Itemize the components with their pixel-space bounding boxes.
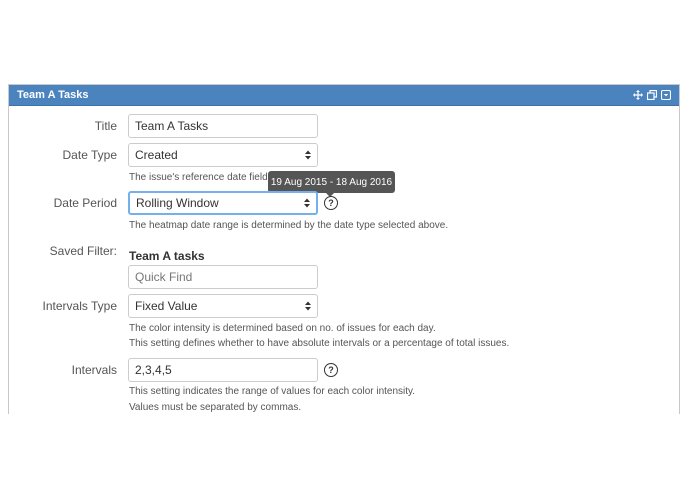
restore-icon[interactable] bbox=[647, 90, 657, 100]
date-type-select[interactable]: Created bbox=[128, 143, 318, 167]
move-icon[interactable] bbox=[633, 90, 643, 100]
saved-filter-name: Team A tasks bbox=[129, 249, 205, 263]
panel-title: Team A Tasks bbox=[17, 89, 89, 101]
date-period-label: Date Period bbox=[53, 196, 117, 210]
saved-filter-label: Saved Filter: bbox=[49, 244, 117, 258]
intervals-type-help-2: This setting defines whether to have abs… bbox=[129, 338, 510, 349]
intervals-type-value: Fixed Value bbox=[135, 299, 198, 313]
intervals-help-icon[interactable]: ? bbox=[324, 363, 338, 377]
date-period-select[interactable]: Rolling Window bbox=[128, 191, 318, 215]
select-arrows-icon bbox=[304, 198, 310, 208]
title-input[interactable] bbox=[128, 114, 318, 138]
date-period-help-icon[interactable]: ? bbox=[324, 196, 338, 210]
select-arrows-icon bbox=[305, 150, 311, 160]
intervals-help-1: This setting indicates the range of valu… bbox=[129, 386, 416, 397]
date-type-label: Date Type bbox=[62, 148, 117, 162]
date-period-value: Rolling Window bbox=[136, 196, 219, 210]
date-type-value: Created bbox=[135, 148, 178, 162]
quick-find-input[interactable] bbox=[128, 265, 318, 289]
date-type-help: The issue's reference date field. bbox=[129, 172, 271, 183]
select-arrows-icon bbox=[305, 301, 311, 311]
date-range-tooltip: 19 Aug 2015 - 18 Aug 2016 bbox=[268, 171, 395, 193]
panel-header: Team A Tasks bbox=[9, 85, 679, 106]
intervals-help-2: Values must be separated by commas. bbox=[129, 402, 302, 413]
intervals-label: Intervals bbox=[71, 363, 117, 377]
intervals-type-select[interactable]: Fixed Value bbox=[128, 294, 318, 318]
intervals-type-help-1: The color intensity is determined based … bbox=[129, 323, 436, 334]
header-icons bbox=[633, 90, 671, 100]
dropdown-icon[interactable] bbox=[661, 90, 671, 100]
intervals-input[interactable] bbox=[128, 358, 318, 382]
intervals-type-label: Intervals Type bbox=[42, 299, 117, 313]
date-period-help: The heatmap date range is determined by … bbox=[129, 220, 449, 231]
title-label: Title bbox=[94, 119, 117, 133]
